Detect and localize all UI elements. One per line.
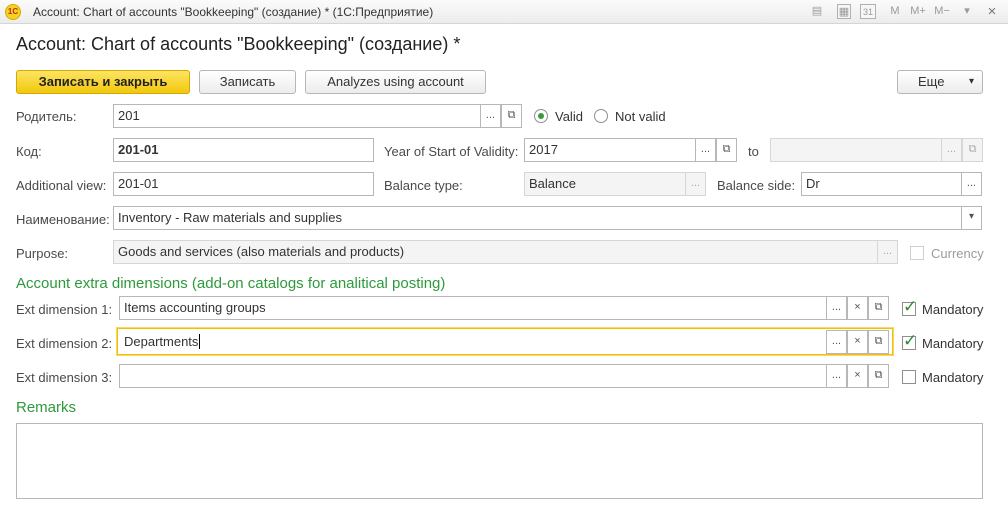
parent-select-button[interactable]: ... — [480, 104, 501, 128]
ext-dimension-3-open-icon[interactable]: ⧉ — [868, 364, 889, 388]
currency-checkbox[interactable] — [910, 246, 924, 260]
window-titlebar: 1С Account: Chart of accounts "Bookkeepi… — [0, 0, 1008, 24]
additional-view-label: Additional view: — [16, 178, 107, 193]
parent-label: Родитель: — [16, 109, 77, 124]
name-dropdown-icon[interactable]: ▾ — [961, 206, 982, 230]
app-logo-icon: 1С — [5, 4, 21, 20]
print-icon[interactable]: ▤ — [809, 4, 825, 19]
ext-dimension-2-open-icon[interactable]: ⧉ — [868, 330, 889, 354]
balance-type-field[interactable]: Balance — [524, 172, 686, 196]
ext-dimension-1-mandatory-checkbox[interactable] — [902, 297, 917, 317]
ext-dimension-2-field[interactable]: Departments — [117, 328, 893, 355]
to-label: to — [748, 144, 759, 159]
chevron-down-icon: ▾ — [968, 76, 974, 87]
year-label: Year of Start of Validity: — [384, 144, 519, 159]
memory-minus-icon[interactable]: M− — [932, 4, 952, 19]
text-cursor — [199, 334, 201, 349]
ext-dimension-3-select-button[interactable]: ... — [826, 364, 847, 388]
memory-m-icon[interactable]: M — [888, 4, 902, 19]
balance-type-select-button[interactable]: ... — [685, 172, 706, 196]
ext-dimension-2-select-button[interactable]: ... — [826, 330, 847, 354]
year-select-button[interactable]: ... — [695, 138, 716, 162]
purpose-field[interactable]: Goods and services (also materials and p… — [113, 240, 878, 264]
ext-dimension-1-select-button[interactable]: ... — [826, 296, 847, 320]
calculator-icon[interactable]: ▦ — [837, 4, 851, 19]
ext-dimension-2-clear-icon[interactable]: × — [847, 330, 868, 354]
purpose-select-button[interactable]: ... — [877, 240, 898, 264]
ext-dimension-3-mandatory-label: Mandatory — [922, 370, 984, 385]
ext-dimension-1-open-icon[interactable]: ⧉ — [868, 296, 889, 320]
code-label: Код: — [16, 144, 42, 159]
ext-dimension-3-field[interactable] — [119, 364, 827, 388]
balance-side-select-button[interactable]: ... — [961, 172, 982, 196]
memory-plus-icon[interactable]: M+ — [908, 4, 928, 19]
to-field[interactable] — [770, 138, 942, 162]
ext-dimension-1-clear-icon[interactable]: × — [847, 296, 868, 320]
ext-dimension-1-label: Ext dimension 1: — [16, 302, 113, 317]
ext-dimension-3-mandatory-checkbox[interactable] — [902, 370, 916, 384]
balance-side-label: Balance side: — [717, 178, 796, 193]
not-valid-radio[interactable] — [594, 109, 608, 123]
menu-icon[interactable]: ▾ — [961, 4, 973, 19]
close-icon[interactable]: × — [984, 4, 1000, 19]
calendar-icon[interactable]: 31 — [860, 4, 876, 19]
parent-field[interactable]: 201 — [113, 104, 481, 128]
ext-dimension-2-label: Ext dimension 2: — [16, 336, 113, 351]
to-open-icon[interactable]: ⧉ — [962, 138, 983, 162]
ext-dimension-2-mandatory-label: Mandatory — [922, 336, 984, 351]
code-field[interactable]: 201-01 — [113, 138, 374, 162]
parent-open-icon[interactable]: ⧉ — [501, 104, 522, 128]
ext-dimension-3-label: Ext dimension 3: — [16, 370, 113, 385]
save-and-close-button[interactable]: Записать и закрыть — [16, 70, 190, 94]
dimensions-section-title: Account extra dimensions (add-on catalog… — [16, 275, 446, 292]
valid-label: Valid — [555, 109, 583, 124]
currency-label: Currency — [931, 246, 984, 261]
valid-radio[interactable] — [534, 109, 548, 123]
year-open-icon[interactable]: ⧉ — [716, 138, 737, 162]
name-field[interactable]: Inventory - Raw materials and supplies — [113, 206, 962, 230]
ext-dimension-2-value: Departments — [124, 334, 199, 349]
balance-side-field[interactable]: Dr — [801, 172, 962, 196]
not-valid-label: Not valid — [615, 109, 666, 124]
ext-dimension-1-mandatory-label: Mandatory — [922, 302, 984, 317]
save-button[interactable]: Записать — [199, 70, 296, 94]
purpose-label: Purpose: — [16, 246, 69, 261]
ext-dimension-2-mandatory-checkbox[interactable] — [902, 331, 917, 351]
remarks-textarea[interactable] — [16, 423, 983, 499]
more-label: Еще — [918, 74, 945, 89]
to-select-button[interactable]: ... — [941, 138, 962, 162]
ext-dimension-3-clear-icon[interactable]: × — [847, 364, 868, 388]
name-label: Наименование: — [16, 212, 110, 227]
analyzes-button[interactable]: Analyzes using account — [305, 70, 486, 94]
more-button[interactable]: Еще ▾ — [897, 70, 983, 94]
remarks-section-title: Remarks — [16, 399, 77, 416]
additional-view-field[interactable]: 201-01 — [113, 172, 374, 196]
window-title: Account: Chart of accounts "Bookkeeping"… — [33, 5, 434, 19]
ext-dimension-1-field[interactable]: Items accounting groups — [119, 296, 827, 320]
year-field[interactable]: 2017 — [524, 138, 696, 162]
page-title: Account: Chart of accounts "Bookkeeping"… — [16, 34, 461, 54]
balance-type-label: Balance type: — [384, 178, 463, 193]
